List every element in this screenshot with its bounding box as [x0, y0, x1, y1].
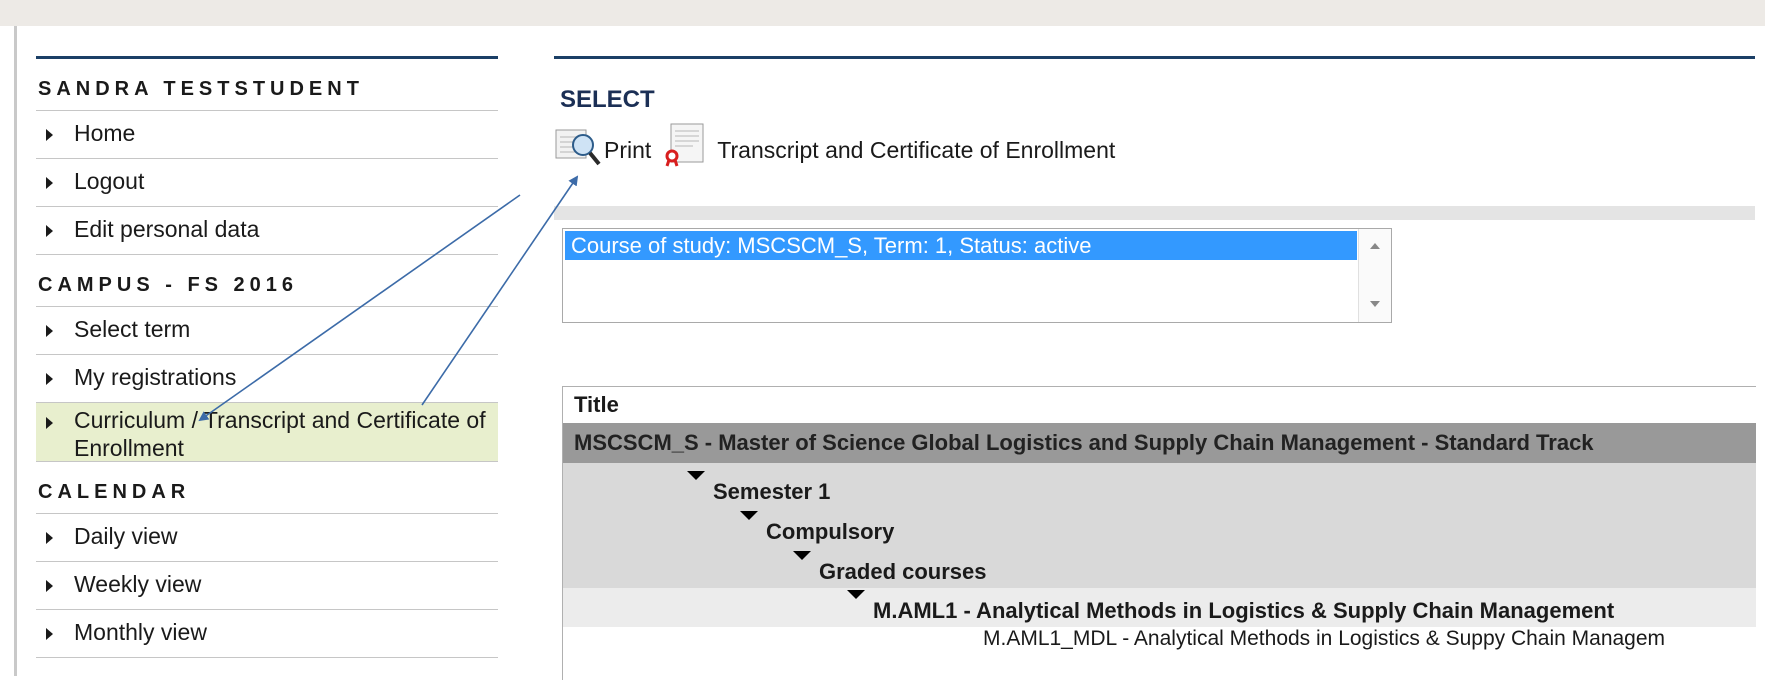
arrow-right-icon — [46, 417, 53, 429]
sidebar-item-weekly-view[interactable]: Weekly view — [36, 562, 498, 610]
arrow-right-icon — [46, 129, 53, 141]
table-header-title: Title — [563, 386, 1756, 423]
transcript-link[interactable]: Transcript and Certificate of Enrollment — [717, 137, 1115, 164]
collapse-triangle-icon[interactable] — [847, 590, 865, 599]
sidebar-item-my-registrations[interactable]: My registrations — [36, 355, 498, 403]
curriculum-tree: Title MSCSCM_S - Master of Science Globa… — [562, 386, 1756, 680]
sidebar-item-label: My registrations — [74, 364, 237, 390]
sidebar-item-edit-personal-data[interactable]: Edit personal data — [36, 207, 498, 255]
main-top-border — [554, 56, 1755, 59]
certificate-icon[interactable] — [663, 122, 709, 168]
program-row[interactable]: MSCSCM_S - Master of Science Global Logi… — [563, 423, 1756, 463]
main-content: SELECT Print Transcript and Certificate … — [554, 56, 1756, 680]
left-edge-line — [14, 26, 17, 676]
arrow-right-icon — [46, 532, 53, 544]
module-row[interactable]: M.AML1_MDL - Analytical Methods in Logis… — [563, 627, 1756, 657]
arrow-right-icon — [46, 628, 53, 640]
sidebar-item-label: Home — [74, 120, 136, 146]
tree-node-compulsory[interactable]: Compulsory — [740, 511, 895, 545]
course-of-study-listbox[interactable]: Course of study: MSCSCM_S, Term: 1, Stat… — [562, 228, 1392, 323]
sidebar-item-label: Daily view — [74, 523, 178, 549]
collapse-triangle-icon[interactable] — [687, 471, 705, 480]
top-bar — [0, 0, 1765, 26]
toolbar: Print Transcript and Certificate of Enro… — [554, 122, 1115, 168]
module-label: M.AML1_MDL - Analytical Methods in Logis… — [983, 627, 1666, 650]
sidebar-item-label: Monthly view — [74, 619, 207, 645]
sidebar-item-select-term[interactable]: Select term — [36, 307, 498, 355]
arrow-right-icon — [46, 325, 53, 337]
sidebar-item-logout[interactable]: Logout — [36, 159, 498, 207]
arrow-right-icon — [46, 580, 53, 592]
tree-node-label: Graded courses — [819, 559, 987, 584]
print-label[interactable]: Print — [604, 137, 651, 164]
sidebar-item-monthly-view[interactable]: Monthly view — [36, 610, 498, 658]
tree-node-semester[interactable]: Semester 1 — [687, 471, 831, 505]
arrow-right-icon — [46, 177, 53, 189]
arrow-right-icon — [46, 373, 53, 385]
sidebar-item-daily-view[interactable]: Daily view — [36, 514, 498, 562]
sidebar-item-label: Edit personal data — [74, 216, 260, 242]
scroll-up-icon[interactable] — [1370, 243, 1380, 249]
listbox-scrollbar[interactable] — [1358, 229, 1391, 322]
tree-group-block: Semester 1 Compulsory Graded courses — [563, 463, 1756, 588]
tree-node-label: Compulsory — [766, 519, 895, 544]
scroll-down-icon[interactable] — [1370, 301, 1380, 307]
tree-node-course[interactable]: M.AML1 - Analytical Methods in Logistics… — [847, 590, 1615, 624]
tree-node-graded-courses[interactable]: Graded courses — [793, 551, 987, 585]
listbox-selected-option[interactable]: Course of study: MSCSCM_S, Term: 1, Stat… — [565, 231, 1357, 260]
arrow-right-icon — [46, 225, 53, 237]
sidebar-item-label: Logout — [74, 168, 145, 194]
tree-node-label: Semester 1 — [713, 479, 831, 504]
user-name-heading: SANDRA TESTSTUDENT — [36, 59, 498, 111]
campus-heading: CAMPUS - FS 2016 — [36, 255, 498, 307]
collapse-triangle-icon[interactable] — [740, 511, 758, 520]
calendar-heading: CALENDAR — [36, 462, 498, 514]
sidebar-item-home[interactable]: Home — [36, 111, 498, 159]
print-preview-icon[interactable] — [554, 122, 602, 168]
sidebar-item-label: Select term — [74, 316, 191, 342]
page-title: SELECT — [560, 86, 655, 113]
course-row: M.AML1 - Analytical Methods in Logistics… — [563, 588, 1756, 627]
tree-node-label: M.AML1 - Analytical Methods in Logistics… — [873, 598, 1615, 623]
sidebar-item-curriculum[interactable]: Curriculum / Transcript and Certificate … — [36, 403, 498, 462]
sidebar: SANDRA TESTSTUDENT Home Logout Edit pers… — [36, 56, 498, 658]
separator-bar — [554, 206, 1755, 220]
sidebar-item-label: Weekly view — [74, 571, 202, 597]
collapse-triangle-icon[interactable] — [793, 551, 811, 560]
sidebar-item-label: Curriculum / Transcript and Certificate … — [74, 407, 486, 461]
